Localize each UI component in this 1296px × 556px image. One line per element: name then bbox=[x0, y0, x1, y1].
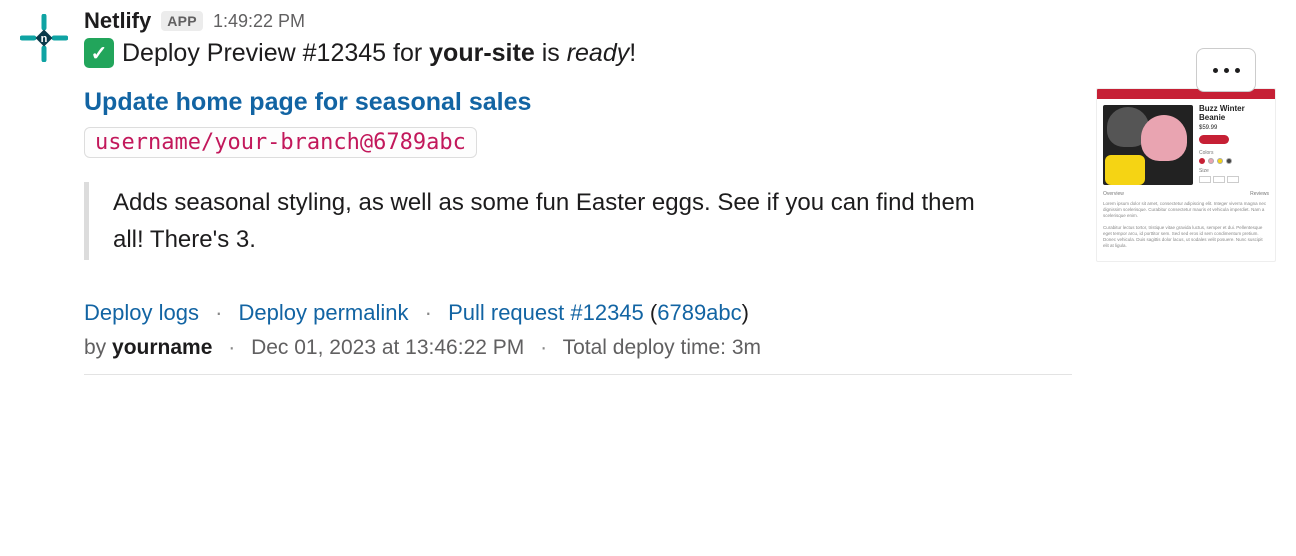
separator: · bbox=[425, 300, 432, 325]
thumb-tab-reviews: Reviews bbox=[1250, 191, 1269, 197]
separator: · bbox=[540, 336, 547, 359]
thumb-tab-overview: Overview bbox=[1103, 191, 1124, 197]
netlify-avatar: n bbox=[20, 14, 68, 62]
text-fragment: ! bbox=[629, 39, 636, 67]
deploy-duration: Total deploy time: 3m bbox=[563, 336, 761, 359]
message-body: Deploy Preview #12345 for your-site is r… bbox=[122, 39, 636, 68]
message-header: Netlify APP 1:49:22 PM bbox=[84, 8, 1276, 34]
thumb-product-price: $59.99 bbox=[1199, 125, 1269, 132]
deploy-date: Dec 01, 2023 at 13:46:22 PM bbox=[251, 336, 524, 359]
message-timestamp[interactable]: 1:49:22 PM bbox=[213, 11, 305, 32]
app-badge: APP bbox=[161, 11, 203, 31]
text-fragment: Deploy Preview bbox=[122, 39, 303, 67]
site-name: your-site bbox=[429, 39, 535, 67]
avatar-column: n bbox=[20, 8, 68, 375]
deploy-permalink-link[interactable]: Deploy permalink bbox=[239, 300, 409, 325]
slack-message: n Netlify APP 1:49:22 PM ✓ Deploy Previe… bbox=[0, 0, 1296, 383]
message-content: Netlify APP 1:49:22 PM ✓ Deploy Preview … bbox=[84, 8, 1276, 375]
branch-ref-code[interactable]: username/your-branch@6789abc bbox=[84, 127, 477, 158]
message-actions-button[interactable] bbox=[1196, 48, 1256, 92]
netlify-logo-icon: n bbox=[20, 14, 68, 62]
deploy-number: #12345 bbox=[303, 39, 386, 67]
attachment-main: Update home page for seasonal sales user… bbox=[84, 88, 1072, 375]
svg-text:n: n bbox=[41, 33, 48, 45]
text-fragment: is bbox=[535, 39, 567, 67]
attachment-row: Update home page for seasonal sales user… bbox=[84, 88, 1276, 375]
thumb-lorem: Lorem ipsum dolor sit amet, consectetur … bbox=[1097, 201, 1275, 250]
author-name: yourname bbox=[112, 336, 212, 359]
meta-row: by yourname · Dec 01, 2023 at 13:46:22 P… bbox=[84, 336, 1072, 360]
check-mark-icon: ✓ bbox=[84, 38, 114, 68]
separator: · bbox=[215, 300, 222, 325]
pull-request-link[interactable]: Pull request #12345 bbox=[448, 300, 644, 325]
text-fragment: ) bbox=[742, 300, 749, 325]
separator: · bbox=[228, 336, 235, 359]
text-fragment: by bbox=[84, 336, 112, 359]
pr-description-quote: Adds seasonal styling, as well as some f… bbox=[84, 182, 1004, 260]
text-fragment: for bbox=[386, 39, 429, 67]
deploy-status: ready bbox=[567, 39, 630, 67]
message-text: ✓ Deploy Preview #12345 for your-site is… bbox=[84, 38, 1276, 68]
thumb-product-title: Buzz Winter Beanie bbox=[1199, 105, 1269, 123]
divider bbox=[84, 374, 1072, 375]
deploy-preview-thumbnail[interactable]: Buzz Winter Beanie $59.99 Colors Size Ov… bbox=[1096, 88, 1276, 262]
app-name[interactable]: Netlify bbox=[84, 8, 151, 34]
pr-title-link[interactable]: Update home page for seasonal sales bbox=[84, 88, 531, 117]
links-row: Deploy logs · Deploy permalink · Pull re… bbox=[84, 300, 1072, 326]
deploy-logs-link[interactable]: Deploy logs bbox=[84, 300, 199, 325]
commit-link[interactable]: 6789abc bbox=[657, 300, 741, 325]
text-fragment: ( bbox=[644, 300, 657, 325]
